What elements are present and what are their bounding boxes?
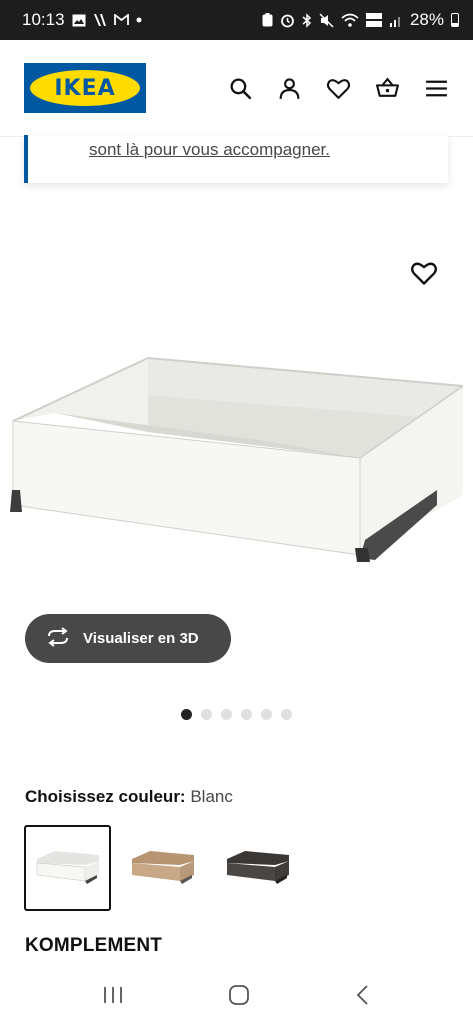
battery-percent: 28% — [409, 10, 444, 29]
signal-icon — [389, 13, 403, 27]
swatch-oak[interactable] — [119, 825, 206, 911]
visualize-3d-label: Visualiser en 3D — [83, 630, 199, 647]
product-image[interactable] — [0, 240, 473, 600]
basket-icon[interactable] — [375, 76, 400, 101]
bluetooth-icon — [302, 12, 312, 28]
menu-icon[interactable] — [424, 76, 449, 101]
status-time: 10:13 — [22, 10, 65, 29]
color-swatches — [24, 825, 301, 911]
swatch-dark-grey[interactable] — [214, 825, 301, 911]
site-header: IKEA — [0, 40, 473, 137]
image-icon — [72, 14, 86, 27]
home-icon[interactable] — [228, 984, 250, 1006]
dot-icon — [136, 17, 142, 23]
battery-icon — [451, 13, 459, 27]
visualize-3d-button[interactable]: Visualiser en 3D — [25, 614, 231, 663]
status-bar: 10:13 28% — [0, 0, 473, 40]
alarm-icon — [280, 13, 295, 28]
heart-icon[interactable] — [326, 76, 351, 101]
assistance-notice: sont là pour vous accompagner. — [24, 135, 448, 183]
battery-saver-icon — [262, 13, 273, 27]
recent-apps-icon[interactable] — [102, 985, 124, 1005]
carousel-dot[interactable] — [261, 709, 272, 720]
back-icon[interactable] — [355, 984, 371, 1006]
favorite-heart-icon[interactable] — [410, 259, 438, 287]
v-app-icon — [93, 13, 107, 27]
color-selector-label: Choisissez couleur: Blanc — [25, 787, 233, 807]
wifi-icon — [341, 13, 359, 27]
product-name: KOMPLEMENT — [25, 935, 163, 956]
mute-icon — [319, 12, 334, 28]
color-value: Blanc — [190, 787, 233, 806]
assistance-link[interactable]: sont là pour vous accompagner. — [89, 140, 330, 160]
swatch-white[interactable] — [24, 825, 111, 911]
header-actions — [228, 76, 449, 101]
gmail-icon — [113, 14, 129, 26]
volte-icon — [365, 13, 382, 27]
system-nav-bar — [0, 966, 473, 1024]
logo-text: IKEA — [30, 70, 140, 106]
carousel-dot[interactable] — [221, 709, 232, 720]
carousel-dots — [181, 709, 292, 720]
carousel-dot[interactable] — [281, 709, 292, 720]
color-label: Choisissez couleur: — [25, 787, 186, 806]
carousel-dot[interactable] — [201, 709, 212, 720]
rotate-3d-icon — [45, 626, 71, 651]
ikea-logo[interactable]: IKEA — [24, 63, 146, 113]
carousel-dot[interactable] — [181, 709, 192, 720]
carousel-dot[interactable] — [241, 709, 252, 720]
account-icon[interactable] — [277, 76, 302, 101]
search-icon[interactable] — [228, 76, 253, 101]
